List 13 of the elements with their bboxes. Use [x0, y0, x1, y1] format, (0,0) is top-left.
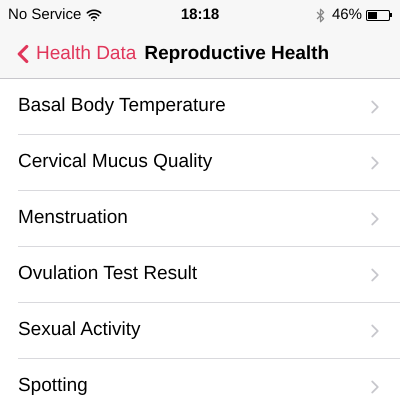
screen-title: Reproductive Health [144, 42, 330, 66]
carrier-label: No Service [8, 4, 82, 25]
back-button[interactable]: Health Data [8, 39, 136, 69]
list-item[interactable]: Ovulation Test Result [0, 247, 400, 303]
clock-time: 18:18 [180, 4, 220, 25]
list-item[interactable]: Sexual Activity [0, 303, 400, 359]
list-item[interactable]: Basal Body Temperature [0, 79, 400, 135]
battery-icon [366, 10, 392, 20]
list-item[interactable]: Spotting [0, 359, 400, 413]
list-item[interactable]: Menstruation [0, 191, 400, 247]
wifi-icon [86, 7, 102, 23]
list-item[interactable]: Cervical Mucus Quality [0, 135, 400, 191]
battery-percentage: 46% [332, 4, 362, 25]
